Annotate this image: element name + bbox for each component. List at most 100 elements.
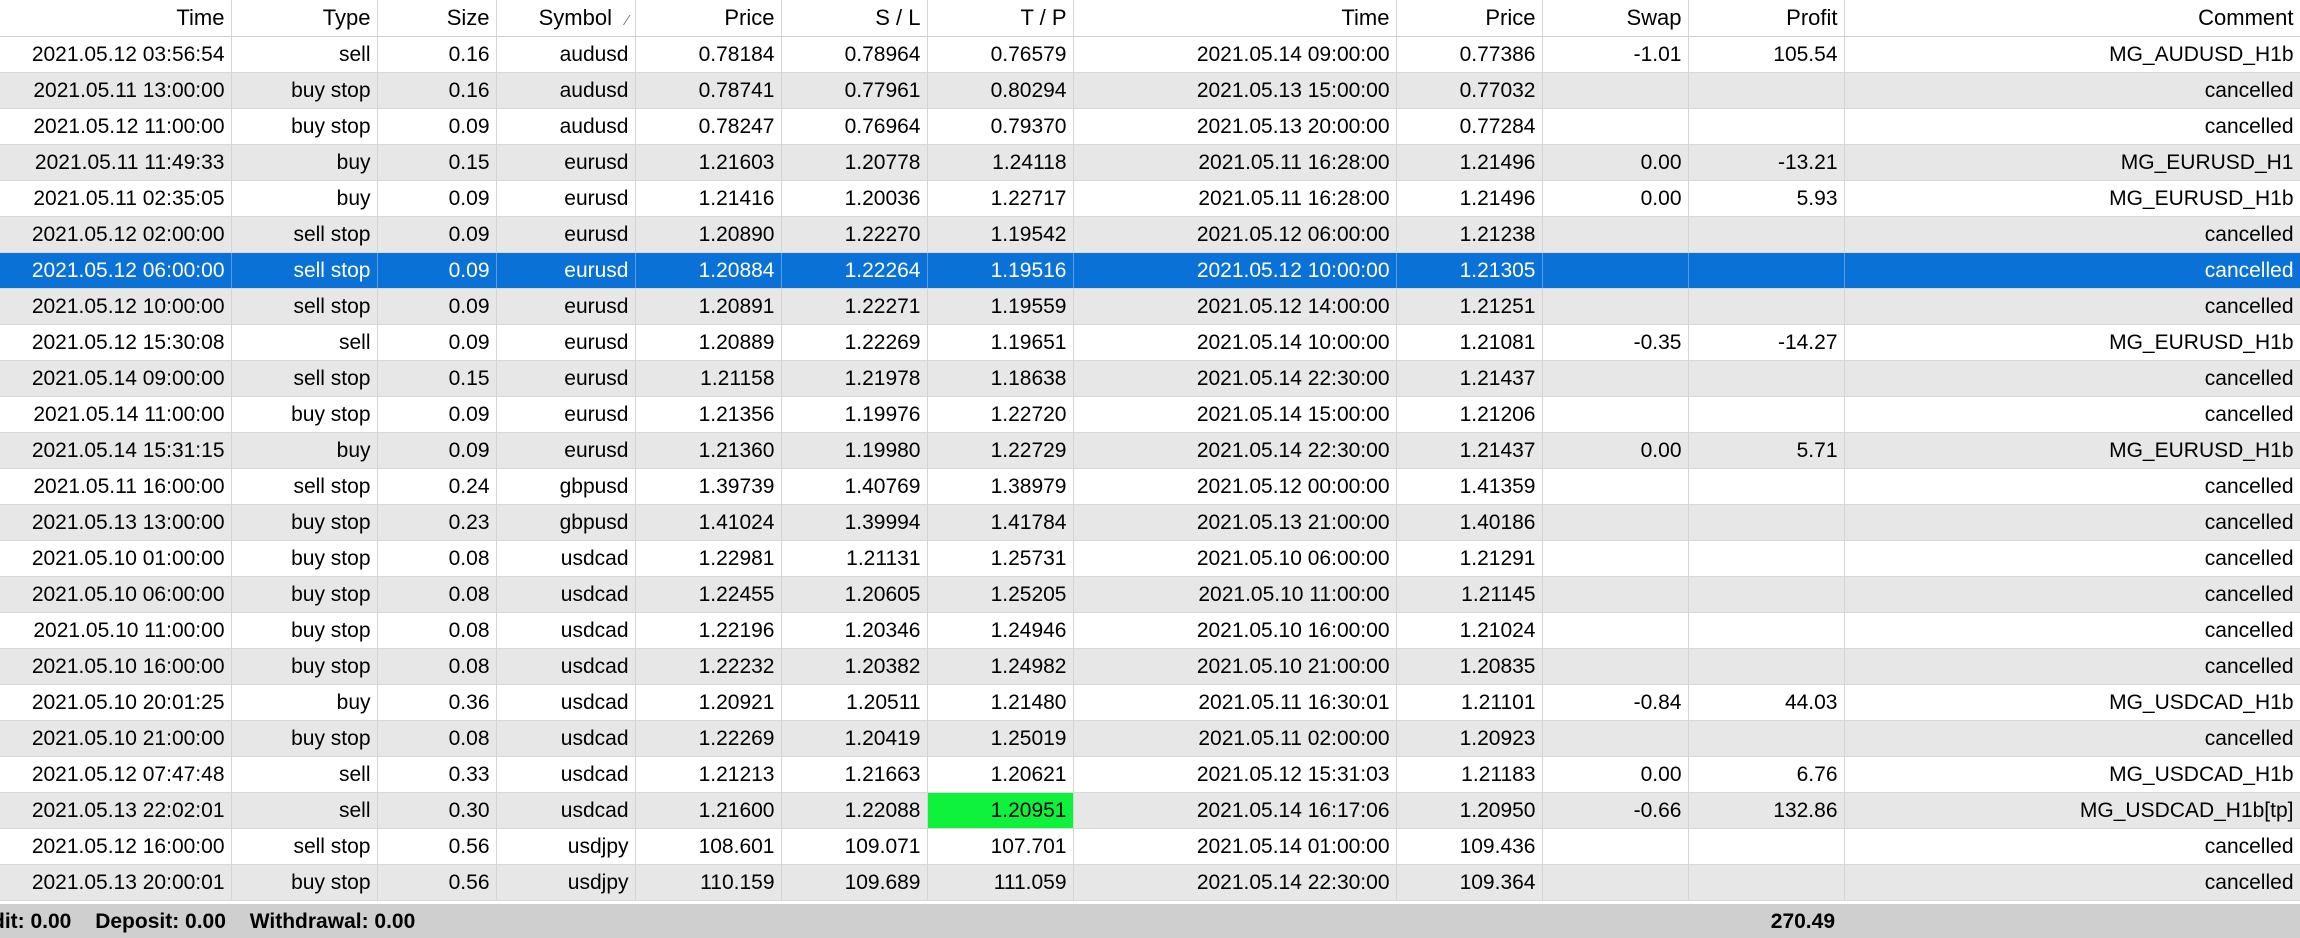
table-row[interactable]: 2021.05.10 11:00:00 buy stop 0.08 usdcad 1.2… [0,612,2300,649]
cell-profit [1688,72,1845,109]
cell-symbol: eurusd [496,180,636,217]
cell-profit: 5.93 [1688,180,1845,217]
cell-close-time: 2021.05.14 15:00:00 [1073,396,1397,433]
column-header-open-time[interactable]: Time [0,0,232,37]
column-header-open-price[interactable]: Price [635,0,782,37]
table-row[interactable]: 2021.05.13 20:00:01 buy stop 0.56 usdjpy 110… [0,864,2300,901]
cell-symbol: gbpusd [496,504,636,541]
cell-profit [1688,360,1845,397]
column-header-symbol[interactable]: Symbol ⁄ [496,0,636,37]
cell-swap [1542,108,1689,145]
table-row[interactable]: 2021.05.10 20:01:25 buy 0.36 usdcad 1.20921 1… [0,684,2300,721]
column-header-comment[interactable]: Comment [1844,0,2300,37]
table-row[interactable]: 2021.05.10 21:00:00 buy stop 0.08 usdcad 1.2… [0,720,2300,757]
cell-open-price: 1.22196 [635,612,782,649]
cell-stop-loss: 0.78964 [781,36,928,73]
cell-profit [1688,288,1845,325]
table-row[interactable]: 2021.05.12 03:56:54 sell 0.16 audusd 0.78184… [0,36,2300,73]
table-row[interactable]: 2021.05.12 06:00:00 sell stop 0.09 eurusd 1.… [0,252,2300,289]
cell-take-profit: 1.22729 [927,432,1074,469]
cell-comment: cancelled [1844,720,2300,757]
cell-stop-loss: 1.39994 [781,504,928,541]
table-row[interactable]: 2021.05.11 13:00:00 buy stop 0.16 audusd 0.7… [0,72,2300,109]
cell-profit: -13.21 [1688,144,1845,181]
cell-swap [1542,72,1689,109]
column-header-label: Swap [1626,5,1682,30]
column-header-swap[interactable]: Swap [1542,0,1689,37]
table-row[interactable]: 2021.05.11 16:00:00 sell stop 0.24 gbpusd 1.… [0,468,2300,505]
column-header-close-time[interactable]: Time [1073,0,1397,37]
cell-stop-loss: 1.20778 [781,144,928,181]
header-row: Time Type Size Symbol ⁄ Price S / L T / P Time Pr… [0,0,2300,37]
summary-bar: dit: 0.00 Deposit: 0.00 Withdrawal: 0.00… [0,904,2300,938]
cell-open-price: 1.22269 [635,720,782,757]
table-row[interactable]: 2021.05.14 09:00:00 sell stop 0.15 eurusd 1.… [0,360,2300,397]
cell-swap [1542,612,1689,649]
table-row[interactable]: 2021.05.13 13:00:00 buy stop 0.23 gbpusd 1.4… [0,504,2300,541]
cell-symbol: usdcad [496,756,636,793]
cell-profit [1688,648,1845,685]
cell-take-profit: 0.79370 [927,108,1074,145]
table-row[interactable]: 2021.05.12 10:00:00 sell stop 0.09 eurusd 1.… [0,288,2300,325]
column-header-size[interactable]: Size [377,0,497,37]
cell-comment: MG_USDCAD_H1b [1844,756,2300,793]
cell-swap [1542,396,1689,433]
cell-close-time: 2021.05.10 11:00:00 [1073,576,1397,613]
cell-type: buy stop [231,72,378,109]
column-header-label: Type [322,5,371,30]
table-row[interactable]: 2021.05.14 11:00:00 buy stop 0.09 eurusd 1.2… [0,396,2300,433]
cell-stop-loss: 1.22088 [781,792,928,829]
table-row[interactable]: 2021.05.11 11:49:33 buy 0.15 eurusd 1.21603 1… [0,144,2300,181]
column-header-profit[interactable]: Profit [1688,0,1845,37]
cell-type: sell [231,792,378,829]
cell-stop-loss: 1.22264 [781,252,928,289]
table-row[interactable]: 2021.05.12 07:47:48 sell 0.33 usdcad 1.21213… [0,756,2300,793]
cell-take-profit: 1.24982 [927,648,1074,685]
column-header-label: Symbol [538,5,612,30]
cell-symbol: eurusd [496,432,636,469]
cell-swap: -0.35 [1542,324,1689,361]
cell-close-time: 2021.05.13 21:00:00 [1073,504,1397,541]
cell-comment: cancelled [1844,288,2300,325]
cell-close-price: 1.40186 [1396,504,1543,541]
cell-take-profit: 1.19516 [927,252,1074,289]
column-header-close-price[interactable]: Price [1396,0,1543,37]
table-row[interactable]: 2021.05.12 16:00:00 sell stop 0.56 usdjpy 10… [0,828,2300,865]
cell-close-price: 1.21291 [1396,540,1543,577]
cell-close-price: 0.77386 [1396,36,1543,73]
table-row[interactable]: 2021.05.10 16:00:00 buy stop 0.08 usdcad 1.2… [0,648,2300,685]
cell-comment: cancelled [1844,540,2300,577]
cell-close-price: 109.436 [1396,828,1543,865]
column-header-take-profit[interactable]: T / P [927,0,1074,37]
cell-take-profit: 1.19542 [927,216,1074,253]
cell-open-time: 2021.05.14 11:00:00 [0,396,232,433]
column-header-stop-loss[interactable]: S / L [781,0,928,37]
cell-profit: 6.76 [1688,756,1845,793]
cell-swap [1542,504,1689,541]
cell-type: buy stop [231,504,378,541]
table-row[interactable]: 2021.05.12 15:30:08 sell 0.09 eurusd 1.20889… [0,324,2300,361]
cell-size: 0.15 [377,360,497,397]
cell-close-time: 2021.05.11 16:28:00 [1073,144,1397,181]
table-row[interactable]: 2021.05.12 11:00:00 buy stop 0.09 audusd 0.7… [0,108,2300,145]
cell-size: 0.09 [377,288,497,325]
cell-type: buy stop [231,576,378,613]
cell-size: 0.08 [377,576,497,613]
table-row[interactable]: 2021.05.14 15:31:15 buy 0.09 eurusd 1.21360 1… [0,432,2300,469]
table-row[interactable]: 2021.05.10 06:00:00 buy stop 0.08 usdcad 1.2… [0,576,2300,613]
cell-comment: MG_EURUSD_H1b [1844,180,2300,217]
cell-close-time: 2021.05.12 06:00:00 [1073,216,1397,253]
table-row[interactable]: 2021.05.13 22:02:01 sell 0.30 usdcad 1.21600… [0,792,2300,829]
cell-take-profit: 0.76579 [927,36,1074,73]
cell-open-price: 1.22455 [635,576,782,613]
cell-stop-loss: 1.22270 [781,216,928,253]
table-row[interactable]: 2021.05.12 02:00:00 sell stop 0.09 eurusd 1.… [0,216,2300,253]
table-row[interactable]: 2021.05.11 02:35:05 buy 0.09 eurusd 1.21416 1… [0,180,2300,217]
column-header-type[interactable]: Type [231,0,378,37]
cell-stop-loss: 1.20511 [781,684,928,721]
cell-close-time: 2021.05.12 14:00:00 [1073,288,1397,325]
cell-size: 0.33 [377,756,497,793]
cell-close-time: 2021.05.14 09:00:00 [1073,36,1397,73]
cell-swap [1542,864,1689,901]
table-row[interactable]: 2021.05.10 01:00:00 buy stop 0.08 usdcad 1.2… [0,540,2300,577]
